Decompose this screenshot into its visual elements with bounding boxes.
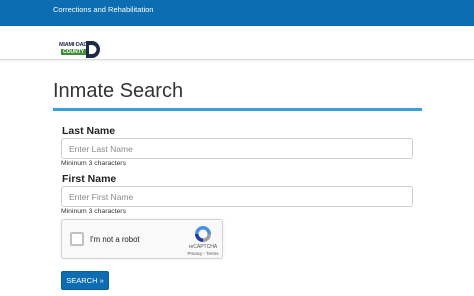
recaptcha-checkbox[interactable] [70,232,84,246]
logo-d-icon [86,41,100,58]
county-logo[interactable]: MIAMI·DADE COUNTY [59,41,101,59]
logo-bar: MIAMI·DADE COUNTY [0,26,474,60]
top-bar: Corrections and Rehabilitation [0,0,474,26]
recaptcha-widget: I'm not a robot reCAPTCHA Privacy - Term… [61,219,223,259]
department-name[interactable]: Corrections and Rehabilitation [53,5,153,14]
last-name-hint: Mininum 3 characters [61,160,126,167]
recaptcha-label: I'm not a robot [90,235,140,244]
recaptcha-logo-icon [195,226,211,242]
last-name-input[interactable] [61,138,413,159]
page-title: Inmate Search [53,80,184,102]
recaptcha-brand: reCAPTCHA [188,244,218,250]
first-name-label: First Name [62,173,117,185]
first-name-hint: Mininum 3 characters [61,208,126,215]
recaptcha-privacy-terms[interactable]: Privacy - Terms [186,251,220,256]
search-button[interactable]: SEARCH » [61,271,109,290]
logo-text-line2: COUNTY [61,49,87,55]
first-name-input[interactable] [61,186,413,207]
last-name-label: Last Name [62,125,116,137]
title-underline [53,108,422,111]
